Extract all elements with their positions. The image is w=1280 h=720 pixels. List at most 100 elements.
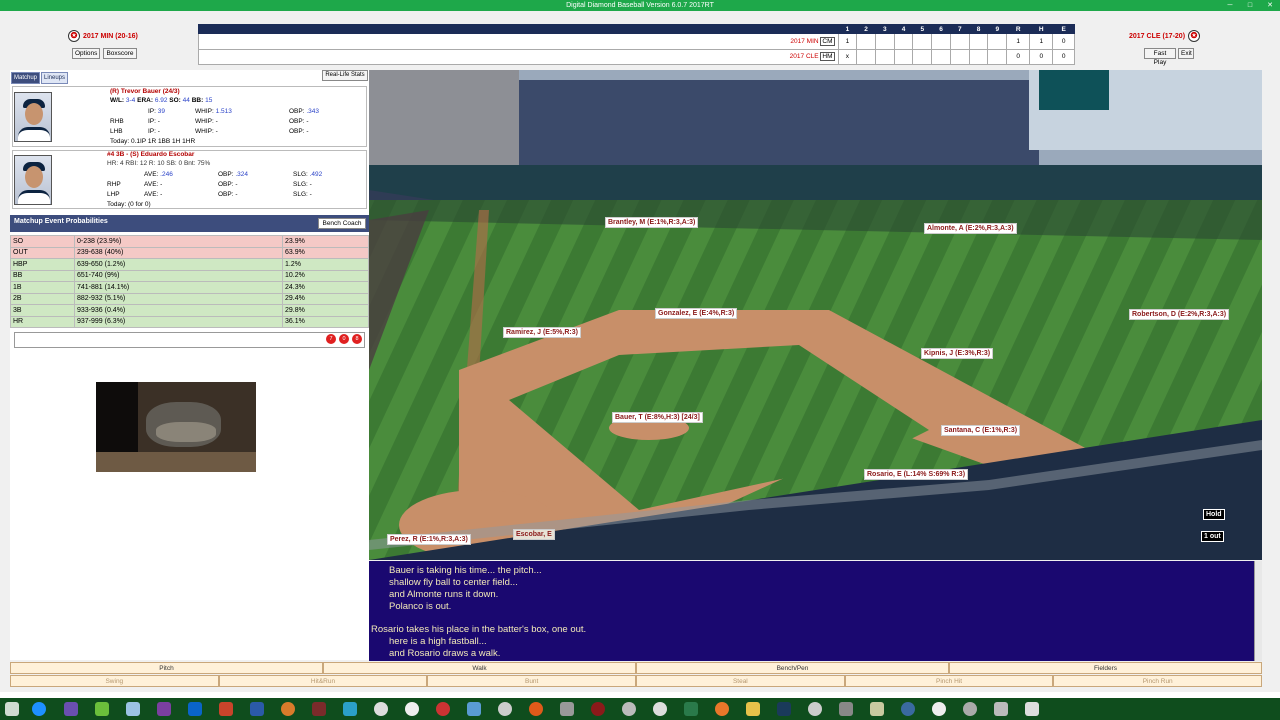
close-button[interactable]: ✕ [1260,0,1280,11]
inning-header: 4 [893,23,914,35]
pitcher-rhb-label: RHB [110,118,124,125]
event-cumulative: 24.3% [282,281,369,294]
app-icon[interactable] [963,702,977,716]
app-icon[interactable] [312,702,326,716]
fielder-label-rf[interactable]: Robertson, D (E:2%,R:3,A:3) [1129,309,1230,320]
inning-score [949,48,970,66]
event-cumulative: 36.1% [282,315,369,328]
app-icon[interactable] [622,702,636,716]
options-button[interactable]: Options [72,48,100,59]
fielders-button[interactable]: Fielders [949,662,1262,674]
inning-score [987,48,1008,66]
app-icon[interactable] [436,702,450,716]
fielder-label-2b[interactable]: Kipnis, J (E:3%,R:3) [921,348,994,359]
onenote-icon[interactable] [157,702,171,716]
powerpoint-icon[interactable] [219,702,233,716]
app-icon[interactable] [684,702,698,716]
app-icon[interactable] [126,702,140,716]
ddb-app-icon[interactable] [1025,702,1039,716]
pitcher-whip-rhb: WHIP: - [195,118,218,125]
hits-header: H [1029,23,1054,35]
app-icon[interactable] [374,702,388,716]
bunt-button[interactable]: Bunt [427,675,637,687]
pitch-button[interactable]: Pitch [10,662,323,674]
batter-slg: SLG: .492 [293,171,323,178]
real-life-stats-button[interactable]: Real-Life Stats [322,70,368,81]
app-icon[interactable] [777,702,791,716]
fielder-label-p[interactable]: Bauer, T (E:8%,H:3) [24/3] [612,412,703,423]
app-icon[interactable] [467,702,481,716]
team-logo-icon: ✪ [1188,30,1201,42]
app-icon[interactable] [994,702,1008,716]
dice-roll-box [14,332,365,348]
table-row: SO 0-238 (23.9%) 23.9% [10,235,369,248]
outlook-icon[interactable] [188,702,202,716]
pbp-line: Rosario takes his place in the batter's … [371,624,587,635]
fast-play-button[interactable]: Fast Play [1144,48,1176,66]
fielder-label-1b[interactable]: Santana, C (E:1%,R:3) [941,425,1021,436]
pbp-scrollbar[interactable] [1254,561,1262,661]
pbp-line: and Almonte runs it down. [389,589,499,600]
steal-button[interactable]: Steal [636,675,845,687]
app-icon[interactable] [653,702,667,716]
inning-score [968,33,989,50]
ballpark-view: Brantley, M (E:1%,R:3,A:3) Almonte, A (E… [369,70,1262,560]
app-icon[interactable] [498,702,512,716]
tab-lineups[interactable]: Lineups [41,72,69,84]
pinch-hit-button[interactable]: Pinch Hit [844,675,1054,687]
browser-icon[interactable] [32,702,46,716]
app-icon[interactable] [529,702,543,716]
batter-label[interactable]: Escobar, E [513,529,555,540]
app-icon[interactable] [808,702,822,716]
app-icon[interactable] [343,702,357,716]
firefox-icon[interactable] [715,702,729,716]
inning-header: 7 [949,23,970,35]
bench-pen-button[interactable]: Bench/Pen [636,662,949,674]
away-linescore-row: 2017 MIN CM 1 1 1 0 [198,33,1075,50]
hold-runner-button[interactable]: Hold [1203,509,1225,520]
event-name: OUT [10,246,75,259]
runner-label-first[interactable]: Rosario, E (L:14% S:69% R:3) [864,469,969,480]
event-range: 651-740 (9%) [74,269,283,282]
minimize-button[interactable]: ─ [1220,0,1240,11]
fielder-label-cf[interactable]: Almonte, A (E:2%,R:3,A:3) [924,223,1017,234]
batter-season-line: HR: 4 RBI: 12 R: 10 SB: 0 Bnt: 75% [107,160,211,167]
bench-coach-button[interactable]: Bench Coach [318,218,366,229]
start-icon[interactable] [5,702,19,716]
app-icon[interactable] [901,702,915,716]
event-name: 2B [10,292,75,305]
inning-score [987,33,1008,50]
word-icon[interactable] [250,702,264,716]
tab-matchup[interactable]: Matchup [11,72,41,84]
batter-obp-rhp: OBP: - [218,181,238,188]
exit-button[interactable]: Exit [1178,48,1194,59]
outs-indicator: 1 out [1201,531,1224,542]
app-icon[interactable] [932,702,946,716]
fielder-label-c[interactable]: Perez, R (E:1%,R:3,A:3) [387,534,471,545]
fielder-label-3b[interactable]: Ramirez, J (E:5%,R:3) [503,327,581,338]
table-row: OUT 239-638 (40%) 63.9% [10,246,369,259]
boxscore-button[interactable]: Boxscore [103,48,137,59]
app-icon[interactable] [95,702,109,716]
inning-score [893,33,914,50]
inning-header: 2 [856,23,876,35]
app-icon[interactable] [64,702,78,716]
hit-and-run-button[interactable]: Hit&Run [218,675,428,687]
folder-icon[interactable] [746,702,760,716]
app-icon[interactable] [405,702,419,716]
app-icon[interactable] [560,702,574,716]
app-icon[interactable] [591,702,605,716]
app-icon[interactable] [870,702,884,716]
app-icon[interactable] [839,702,853,716]
fielder-label-lf[interactable]: Brantley, M (E:1%,R:3,A:3) [605,217,699,228]
home-team-label: 2017 CLE (17-20) [1129,32,1186,40]
app-icon[interactable] [281,702,295,716]
pinch-run-button[interactable]: Pinch Run [1053,675,1263,687]
batter-obp-lhp: OBP: - [218,191,238,198]
maximize-button[interactable]: □ [1240,0,1260,11]
walk-button[interactable]: Walk [323,662,636,674]
swing-button[interactable]: Swing [10,675,219,687]
fielder-label-ss[interactable]: Gonzalez, E (E:4%,R:3) [655,308,738,319]
dice-digit: 8 [352,334,362,344]
runs-header: R [1006,23,1031,35]
